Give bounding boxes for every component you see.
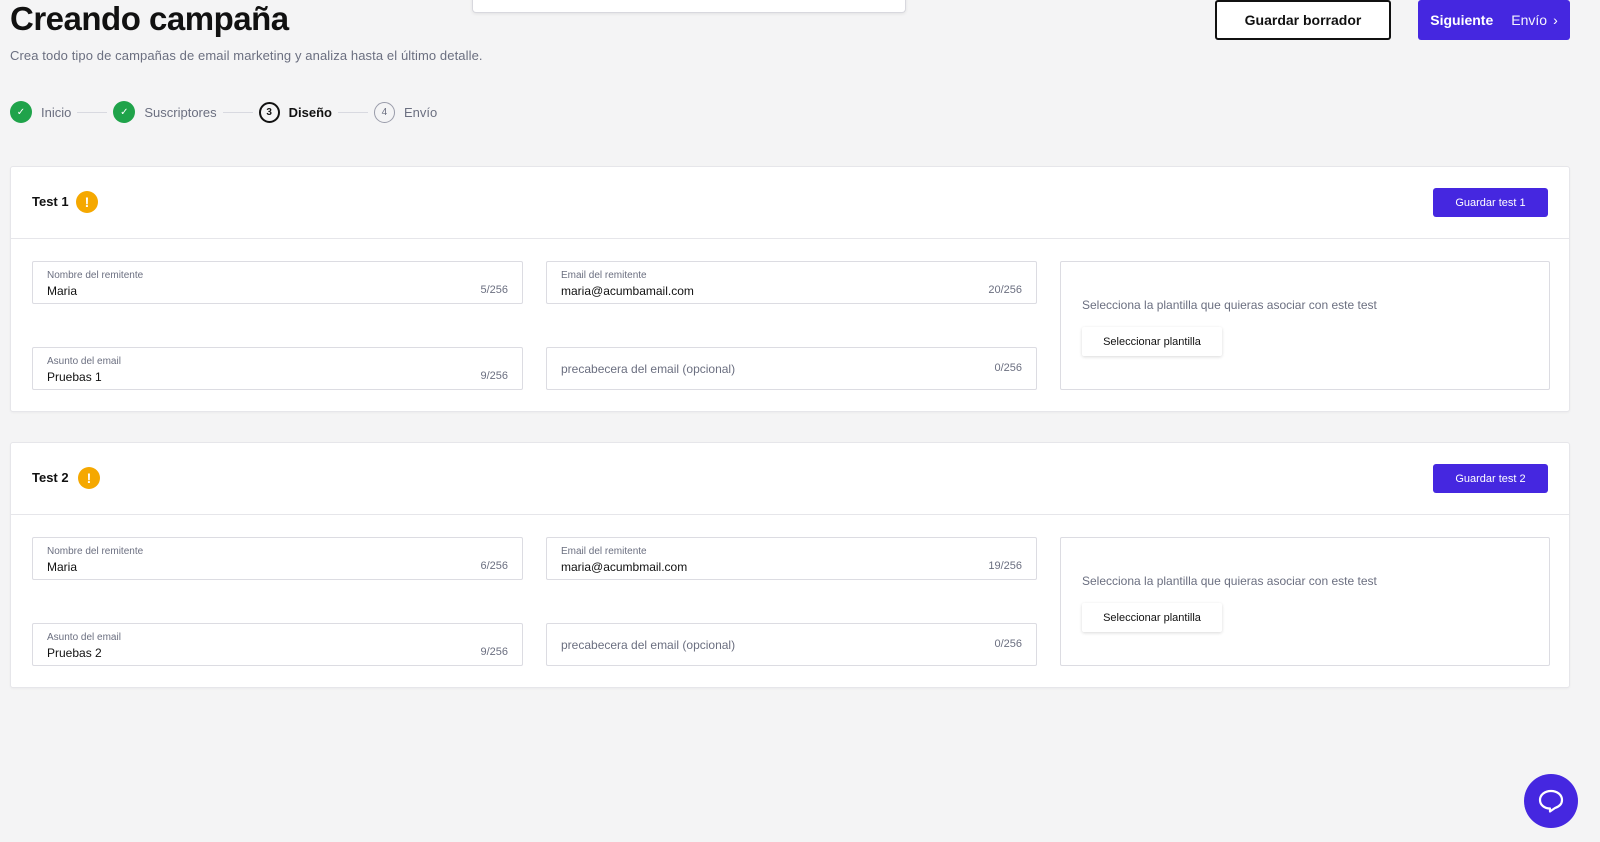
step-connector (337, 111, 368, 113)
next-button-label: Siguiente (1430, 12, 1494, 28)
warning-icon: ! (76, 191, 98, 213)
char-counter: 6/256 (480, 560, 508, 572)
test-title: Test 1 (32, 194, 69, 209)
template-selector: Selecciona la plantilla que quieras asoc… (1060, 261, 1550, 390)
char-counter: 5/256 (480, 284, 508, 296)
save-test-button[interactable]: Guardar test 2 (1433, 464, 1548, 493)
next-step-button[interactable]: Siguiente Envío › (1418, 0, 1570, 40)
preheader-field[interactable]: precabecera del email (opcional) 0/256 (546, 623, 1037, 666)
sender-email-field[interactable]: Email del remitente maria@acumbmail.com … (546, 537, 1037, 580)
step-number: 4 (373, 101, 395, 123)
step-diseno[interactable]: 3 Diseño (258, 101, 332, 123)
chevron-right-icon: › (1553, 12, 1558, 28)
step-label: Inicio (41, 104, 72, 120)
step-label: Envío (403, 104, 438, 120)
save-draft-button[interactable]: Guardar borrador (1215, 0, 1391, 40)
step-label: Diseño (288, 104, 332, 120)
step-connector (222, 111, 253, 113)
field-label: Nombre del remitente (47, 546, 144, 557)
next-step-name: Envío (1511, 12, 1548, 28)
chat-support-button[interactable] (1524, 774, 1578, 828)
select-template-button[interactable]: Seleccionar plantilla (1082, 327, 1222, 356)
field-label: Email del remitente (561, 270, 647, 281)
char-counter: 0/256 (994, 362, 1022, 374)
test-card-1: Test 1 ! Guardar test 1 Nombre del remit… (10, 166, 1570, 412)
sender-name-field[interactable]: Nombre del remitente Maria 5/256 (32, 261, 523, 304)
preheader-field[interactable]: precabecera del email (opcional) 0/256 (546, 347, 1037, 390)
check-icon: ✓ (10, 101, 32, 123)
chat-bubble-icon (1538, 789, 1564, 813)
field-label: Asunto del email (47, 632, 121, 643)
step-number: 3 (258, 101, 280, 123)
page-title: Creando campaña (10, 0, 289, 37)
subject-field[interactable]: Asunto del email Pruebas 2 9/256 (32, 623, 523, 666)
test-card-2: Test 2 ! Guardar test 2 Nombre del remit… (10, 442, 1570, 688)
field-label: Nombre del remitente (47, 270, 144, 281)
field-value: maria@acumbamail.com (561, 284, 694, 298)
subject-field[interactable]: Asunto del email Pruebas 1 9/256 (32, 347, 523, 390)
template-hint: Selecciona la plantilla que quieras asoc… (1082, 574, 1377, 588)
top-popup-edge (472, 0, 906, 13)
char-counter: 20/256 (988, 284, 1022, 296)
field-value: maria@acumbmail.com (561, 560, 688, 574)
char-counter: 9/256 (480, 370, 508, 382)
check-icon: ✓ (113, 101, 136, 123)
char-counter: 9/256 (480, 646, 508, 658)
page-subtitle: Crea todo tipo de campañas de email mark… (10, 48, 483, 63)
warning-icon: ! (78, 467, 100, 489)
field-value: Pruebas 1 (47, 370, 102, 384)
step-suscriptores[interactable]: ✓ Suscriptores (113, 101, 217, 123)
field-value: Maria (47, 284, 78, 298)
char-counter: 19/256 (988, 560, 1022, 572)
select-template-button[interactable]: Seleccionar plantilla (1082, 603, 1222, 632)
field-value: Pruebas 2 (47, 646, 102, 660)
template-hint: Selecciona la plantilla que quieras asoc… (1082, 298, 1377, 312)
char-counter: 0/256 (994, 638, 1022, 650)
card-header: Test 1 ! Guardar test 1 (11, 167, 1569, 239)
field-value: Maria (47, 560, 78, 574)
field-placeholder: precabecera del email (opcional) (561, 362, 736, 376)
sender-name-field[interactable]: Nombre del remitente Maria 6/256 (32, 537, 523, 580)
step-label: Suscriptores (144, 104, 217, 120)
test-title: Test 2 (32, 470, 69, 485)
step-connector (77, 111, 108, 113)
sender-email-field[interactable]: Email del remitente maria@acumbamail.com… (546, 261, 1037, 304)
step-inicio[interactable]: ✓ Inicio (10, 101, 71, 123)
field-label: Email del remitente (561, 546, 647, 557)
campaign-stepper: ✓ Inicio ✓ Suscriptores 3 Diseño 4 Envío (10, 101, 437, 123)
save-test-button[interactable]: Guardar test 1 (1433, 188, 1548, 217)
step-envio[interactable]: 4 Envío (373, 101, 438, 123)
field-label: Asunto del email (47, 356, 121, 367)
field-placeholder: precabecera del email (opcional) (561, 638, 736, 652)
template-selector: Selecciona la plantilla que quieras asoc… (1060, 537, 1550, 666)
card-header: Test 2 ! Guardar test 2 (11, 443, 1569, 515)
